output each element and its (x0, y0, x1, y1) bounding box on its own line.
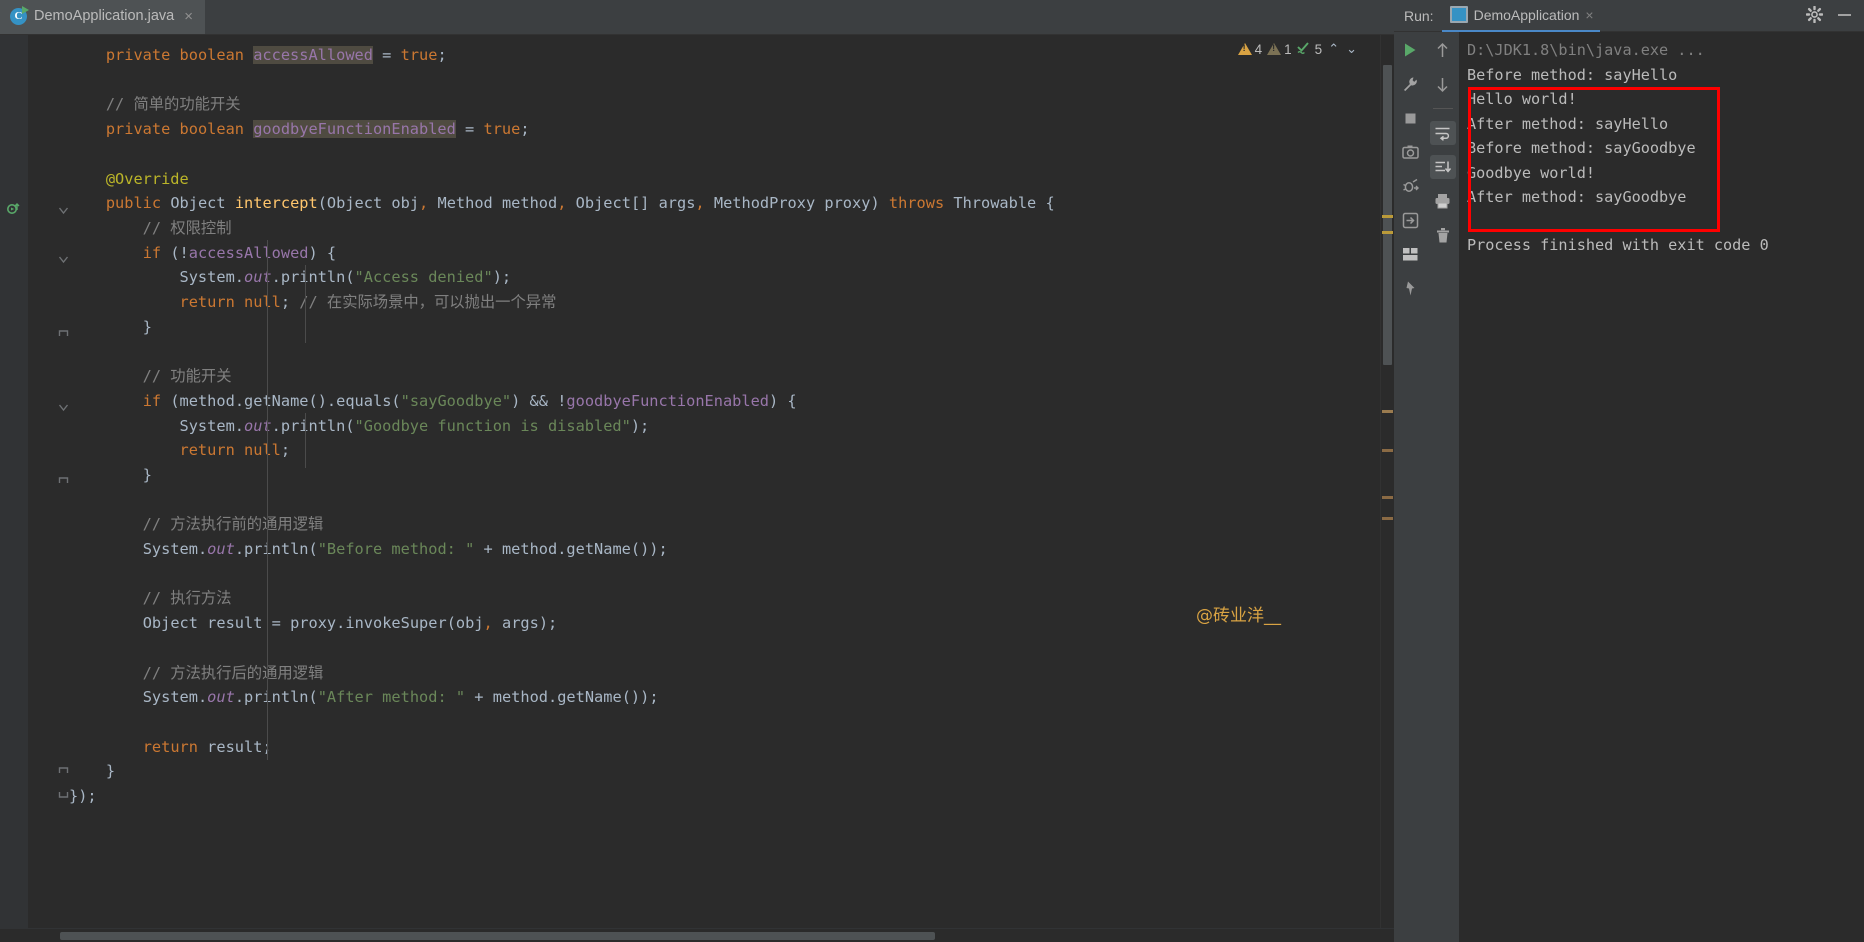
inspection-widget[interactable]: 4 1 5 ⌃ (1237, 41, 1358, 57)
console-output-line: Before method: sayGoodbye (1467, 139, 1696, 157)
editor-pane: C DemoApplication.java × private boolean… (0, 0, 1394, 942)
soft-wrap-button[interactable] (1429, 121, 1456, 145)
console-output-line: Goodbye world! (1467, 163, 1596, 182)
warning-count-item[interactable]: 4 (1237, 41, 1263, 57)
settings-gear-icon[interactable] (1805, 5, 1824, 26)
pin-button[interactable] (1397, 276, 1423, 300)
stripe-warning-mark[interactable] (1382, 496, 1393, 499)
editor-gutter[interactable] (0, 35, 28, 928)
toolbar-divider (1432, 108, 1453, 109)
run-toolbar-secondary (1426, 32, 1459, 942)
fold-icon[interactable] (58, 328, 69, 339)
fold-icon[interactable] (58, 765, 69, 776)
fold-icon[interactable] (58, 254, 69, 265)
stripe-warning-mark[interactable] (1382, 231, 1393, 234)
run-console[interactable]: D:\JDK1.8\bin\java.exe ... Before method… (1459, 32, 1864, 942)
console-output-line: Hello world! (1467, 90, 1577, 108)
editor-fold-column[interactable] (57, 35, 69, 928)
indent-guide (305, 413, 306, 468)
fold-icon[interactable] (58, 789, 69, 800)
weak-warning-count-item[interactable]: 1 (1267, 42, 1292, 57)
code-editor-surface[interactable]: private boolean accessAllowed = true; //… (69, 35, 1394, 928)
run-tool-window-header: Run: DemoApplication × (1394, 0, 1864, 32)
rerun-button[interactable] (1397, 38, 1423, 62)
checks-count-label: 5 (1314, 41, 1323, 57)
run-gutter-icon[interactable] (7, 201, 21, 215)
horizontal-scrollbar-thumb[interactable] (60, 932, 935, 940)
run-tab-demoapplication[interactable]: DemoApplication × (1441, 0, 1600, 32)
idea-window: C DemoApplication.java × private boolean… (0, 0, 1864, 942)
editor-error-stripe[interactable] (1380, 35, 1394, 928)
warning-count-label: 4 (1254, 41, 1263, 57)
run-configuration-icon (1449, 6, 1468, 23)
export-button[interactable] (1397, 208, 1423, 232)
run-label: Run: (1404, 7, 1434, 24)
editor-tab-label: DemoApplication.java (34, 8, 175, 24)
checkmark-icon (1297, 41, 1312, 57)
print-button[interactable] (1430, 189, 1456, 213)
warning-triangle-icon (1237, 43, 1252, 55)
console-output-line: After method: sayGoodbye (1467, 188, 1687, 206)
minimize-icon[interactable] (1837, 7, 1852, 25)
scroll-to-end-button[interactable] (1429, 155, 1456, 179)
layout-button[interactable] (1397, 242, 1423, 266)
run-tool-window: Run: DemoApplication × D:\JDK1.8\bin\jav… (1394, 0, 1864, 942)
watermark-text: @砖业洋__ (1196, 606, 1281, 626)
chevron-down-icon[interactable]: ⌄ (1345, 41, 1358, 57)
indent-guide (305, 265, 306, 343)
indent-guide (267, 240, 268, 415)
debug-attach-button[interactable] (1397, 174, 1423, 198)
debug-wrench-button[interactable] (1397, 72, 1423, 96)
close-icon[interactable]: × (1585, 7, 1593, 23)
weak-warning-count-label: 1 (1284, 41, 1292, 57)
up-button[interactable] (1430, 38, 1456, 62)
console-output-line: After method: sayHello (1467, 114, 1669, 133)
fold-icon[interactable] (58, 402, 69, 413)
editor-body: private boolean accessAllowed = true; //… (0, 35, 1394, 928)
stripe-warning-mark[interactable] (1382, 449, 1393, 452)
editor-tab-bar: C DemoApplication.java × (0, 0, 1394, 35)
console-command-line: D:\JDK1.8\bin\java.exe ... (1467, 41, 1705, 59)
console-highlighted-output: Before method: sayHello Hello world! Aft… (1467, 63, 1720, 232)
editor-tab-demoapplication[interactable]: C DemoApplication.java × (0, 0, 206, 34)
java-class-icon: C (10, 5, 29, 25)
stripe-warning-mark[interactable] (1382, 517, 1393, 520)
fold-icon[interactable] (58, 205, 69, 216)
stripe-warning-mark[interactable] (1382, 410, 1393, 413)
chevron-up-icon[interactable]: ⌃ (1327, 41, 1340, 57)
run-tool-window-body: D:\JDK1.8\bin\java.exe ... Before method… (1394, 32, 1864, 942)
checks-count-item[interactable]: 5 (1297, 41, 1323, 57)
down-button[interactable] (1430, 72, 1456, 96)
run-header-actions (1805, 5, 1864, 26)
screenshot-button[interactable] (1397, 140, 1423, 164)
console-exit-line: Process finished with exit code 0 (1467, 235, 1769, 254)
run-toolbar-primary (1394, 32, 1426, 942)
editor-annotation-gutter (28, 35, 57, 928)
run-tab-label: DemoApplication (1473, 6, 1580, 23)
horizontal-scrollbar[interactable] (0, 928, 1394, 942)
stripe-warning-mark[interactable] (1382, 215, 1393, 218)
weak-warning-triangle-icon (1267, 43, 1282, 55)
console-spacer (1467, 210, 1864, 233)
close-icon[interactable]: × (184, 9, 193, 24)
stop-button[interactable] (1397, 106, 1423, 130)
console-output-line: Before method: sayHello (1467, 65, 1678, 84)
fold-icon[interactable] (58, 475, 69, 486)
clear-all-trash-button[interactable] (1430, 223, 1456, 247)
indent-guide (267, 415, 268, 760)
